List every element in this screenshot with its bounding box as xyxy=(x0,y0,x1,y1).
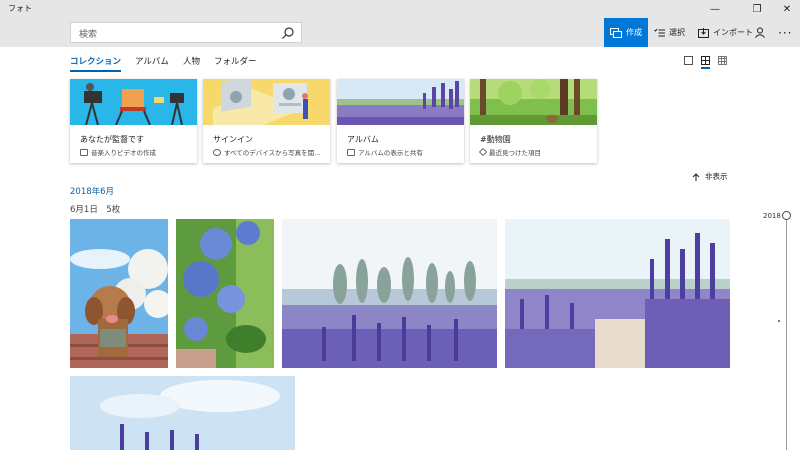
tab-folders[interactable]: フォルダー xyxy=(214,55,257,72)
card-subtitle: 最近見つけた項目 xyxy=(489,149,541,157)
arrow-up-icon xyxy=(692,172,700,181)
timeline-thumb[interactable] xyxy=(782,211,791,220)
select-label: 選択 xyxy=(669,28,685,37)
card-thumbnail xyxy=(470,79,597,125)
navigation-tabs: コレクション アルバム 人物 フォルダー xyxy=(70,55,256,72)
card-thumbnail xyxy=(203,79,330,125)
card-video-director[interactable]: あなたが監督です 音楽入りビデオの作成 xyxy=(70,79,197,163)
maximize-button[interactable]: ❐ xyxy=(740,0,774,18)
medium-view-icon[interactable] xyxy=(701,56,710,69)
more-options-button[interactable]: ··· xyxy=(778,18,792,47)
import-button[interactable]: インポート xyxy=(698,18,753,47)
month-header[interactable]: 2018年6月 xyxy=(70,185,114,197)
minimize-icon: — xyxy=(710,3,720,15)
search-input[interactable]: 検索 xyxy=(79,27,97,40)
tab-collection[interactable]: コレクション xyxy=(70,55,122,72)
hide-button[interactable]: 非表示 xyxy=(692,171,728,182)
import-icon xyxy=(698,27,709,38)
video-icon xyxy=(80,148,88,156)
tab-people[interactable]: 人物 xyxy=(183,55,200,72)
search-box[interactable]: 検索 xyxy=(70,22,302,43)
import-label: インポート xyxy=(713,28,753,37)
create-icon xyxy=(610,27,622,38)
create-button[interactable]: 作成 xyxy=(604,18,648,47)
card-title: あなたが監督です xyxy=(80,135,144,144)
card-thumbnail xyxy=(70,79,197,125)
timeline-track[interactable] xyxy=(786,216,787,450)
timeline-year-label: 2018 xyxy=(763,212,781,220)
day-header: 6月1日 5枚 xyxy=(70,205,121,215)
photo-lavender-field[interactable] xyxy=(282,219,497,368)
view-size-selector xyxy=(684,56,727,69)
toolbar: 検索 作成 選択 インポート ··· xyxy=(0,18,800,47)
account-button[interactable] xyxy=(755,18,766,47)
card-subtitle: すべてのデバイスから写真を閲... xyxy=(224,149,321,157)
timeline-marker xyxy=(778,320,780,322)
small-view-icon[interactable] xyxy=(718,56,727,65)
card-album[interactable]: アルバム アルバムの表示と共有 xyxy=(337,79,464,163)
card-subtitle: アルバムの表示と共有 xyxy=(358,149,423,157)
card-title: #動物園 xyxy=(480,135,511,144)
card-title: サインイン xyxy=(213,135,253,144)
select-button[interactable]: 選択 xyxy=(654,18,685,47)
create-label: 作成 xyxy=(626,28,642,37)
search-icon[interactable] xyxy=(281,26,295,40)
album-icon xyxy=(347,148,355,156)
hide-label: 非表示 xyxy=(705,172,728,181)
photo-lavender-closeup[interactable] xyxy=(505,219,730,368)
minimize-button[interactable]: — xyxy=(698,0,732,18)
photo-lavender-sky[interactable] xyxy=(70,376,295,450)
large-view-icon[interactable] xyxy=(684,56,693,65)
card-subtitle: 音楽入りビデオの作成 xyxy=(91,149,156,157)
card-title: アルバム xyxy=(347,135,379,144)
tab-albums[interactable]: アルバム xyxy=(135,55,169,72)
photo-blue-hydrangea[interactable] xyxy=(176,219,274,368)
person-icon xyxy=(755,27,765,38)
app-title: フォト xyxy=(8,4,32,13)
select-list-icon xyxy=(654,28,665,36)
card-thumbnail xyxy=(337,79,464,125)
card-subtitle-row: アルバムの表示と共有 xyxy=(347,147,423,157)
tag-icon xyxy=(478,147,488,157)
close-button[interactable]: ✕ xyxy=(770,0,800,18)
card-subtitle-row: 最近見つけた項目 xyxy=(478,147,541,157)
photo-dog-hydrangea[interactable] xyxy=(70,219,168,368)
card-zoo-tag[interactable]: #動物園 最近見つけた項目 xyxy=(470,79,597,163)
people-icon xyxy=(213,148,221,156)
card-subtitle-row: 音楽入りビデオの作成 xyxy=(80,147,156,157)
title-bar: フォト — ❐ ✕ xyxy=(0,0,800,18)
close-icon: ✕ xyxy=(782,3,792,15)
more-icon: ··· xyxy=(778,25,793,40)
card-sign-in[interactable]: サインイン すべてのデバイスから写真を閲... xyxy=(203,79,330,163)
maximize-icon: ❐ xyxy=(752,3,762,15)
card-subtitle-row: すべてのデバイスから写真を閲... xyxy=(213,147,320,157)
